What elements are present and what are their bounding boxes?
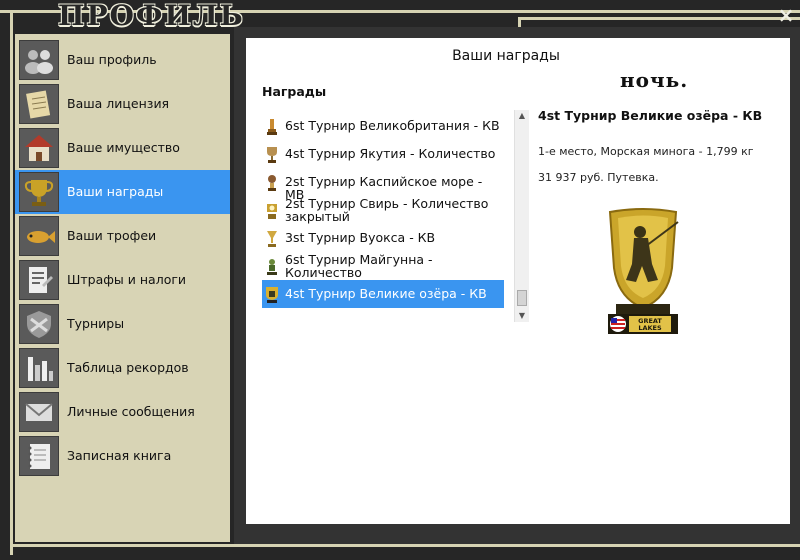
sidebar-item-messages[interactable]: Личные сообщения <box>15 390 230 434</box>
awards-heading: Награды <box>262 84 327 99</box>
scroll-down-icon[interactable]: ▼ <box>515 310 529 322</box>
award-label: 2st Турнир Свирь - Количество закрытый <box>285 196 489 224</box>
award-label: 3st Турнир Вуокса - КВ <box>285 230 436 245</box>
award-trophy-icon <box>267 231 277 247</box>
sidebar-item-fines[interactable]: Штрафы и налоги <box>15 258 230 302</box>
frame-line <box>518 17 800 20</box>
close-button[interactable]: × <box>776 5 796 25</box>
sidebar-item-label: Ваши награды <box>67 184 164 199</box>
award-trophy-icon <box>267 259 277 275</box>
sidebar-item-label: Ваше имущество <box>67 140 180 155</box>
award-label: 6st Турнир Великобритания - КВ <box>285 118 500 133</box>
award-trophy-icon <box>267 147 277 163</box>
sidebar-item-property[interactable]: Ваше имущество <box>15 126 230 170</box>
users-icon <box>19 40 59 80</box>
fish-icon <box>19 216 59 256</box>
award-label: 4st Турнир Великие озёра - КВ <box>285 286 487 301</box>
award-detail-place: 1-е место, Морская минога - 1,799 кг <box>538 145 754 158</box>
award-trophy-icon <box>267 119 277 135</box>
list-item[interactable]: 3st Турнир Вуокса - КВ <box>262 224 504 252</box>
trophy-icon <box>19 172 59 212</box>
sidebar-item-label: Личные сообщения <box>67 404 195 419</box>
list-item[interactable]: 6st Турнир Великобритания - КВ <box>262 112 504 140</box>
frame-line <box>10 10 13 555</box>
award-detail-prize: 31 937 руб. Путевка. <box>538 171 659 184</box>
list-item-selected[interactable]: 4st Турнир Великие озёра - КВ <box>262 280 504 308</box>
sidebar-item-notebook[interactable]: Записная книга <box>15 434 230 478</box>
list-item[interactable]: 6st Турнир Майгунна - Количество <box>262 252 504 280</box>
sidebar-item-label: Ваш профиль <box>67 52 157 67</box>
license-icon <box>19 84 59 124</box>
awards-panel: Ваши награды ночь. Награды 6st Турнир Ве… <box>246 38 790 524</box>
sidebar-item-license[interactable]: Ваша лицензия <box>15 82 230 126</box>
panel-title: Ваши награды <box>452 48 560 64</box>
award-trophy-icon <box>268 175 276 191</box>
scroll-up-icon[interactable]: ▲ <box>515 110 529 122</box>
bar-chart-icon <box>19 348 59 388</box>
award-trophy-icon <box>267 204 277 219</box>
house-icon <box>19 128 59 168</box>
sidebar-item-label: Записная книга <box>67 448 172 463</box>
award-label: 4st Турнир Якутия - Количество <box>285 146 496 161</box>
sidebar-item-profile[interactable]: Ваш профиль <box>15 38 230 82</box>
awards-list[interactable]: 6st Турнир Великобритания - КВ 4st Турни… <box>260 110 530 322</box>
award-label: 6st Турнир Майгунна - Количество <box>285 252 433 280</box>
frame-line <box>10 544 800 547</box>
list-item[interactable]: 2st Турнир Каспийское море - МВ <box>262 168 504 201</box>
envelope-icon <box>19 392 59 432</box>
sidebar-item-tournaments[interactable]: Турниры <box>15 302 230 346</box>
award-trophy-icon <box>266 287 278 303</box>
awards-scrollbar[interactable]: ▲ ▼ <box>514 110 529 322</box>
document-icon <box>19 260 59 300</box>
list-item[interactable]: 4st Турнир Якутия - Количество <box>262 140 504 168</box>
sidebar-item-label: Ваша лицензия <box>67 96 170 111</box>
sidebar-item-records[interactable]: Таблица рекордов <box>15 346 230 390</box>
sidebar-item-trophies[interactable]: Ваши трофеи <box>15 214 230 258</box>
award-detail-title: 4st Турнир Великие озёра - КВ <box>538 108 763 123</box>
window-title: ПРОФИЛЬ <box>58 0 245 32</box>
shield-icon <box>19 304 59 344</box>
sidebar-item-awards[interactable]: Ваши награды <box>15 170 230 214</box>
sidebar: Ваш профиль Ваша лицензия Ваше имущество… <box>15 34 230 542</box>
player-nickname: ночь. <box>620 68 689 92</box>
scroll-thumb[interactable] <box>517 290 527 306</box>
sidebar-item-label: Штрафы и налоги <box>67 272 187 287</box>
sidebar-item-label: Ваши трофеи <box>67 228 157 243</box>
award-trophy-image: GREAT LAKES <box>608 208 679 334</box>
sidebar-item-label: Таблица рекордов <box>67 360 189 375</box>
badge-bottom-text: LAKES <box>638 324 662 332</box>
list-item[interactable]: 2st Турнир Свирь - Количество закрытый <box>262 196 504 224</box>
notebook-icon <box>19 436 59 476</box>
sidebar-item-label: Турниры <box>67 316 125 331</box>
